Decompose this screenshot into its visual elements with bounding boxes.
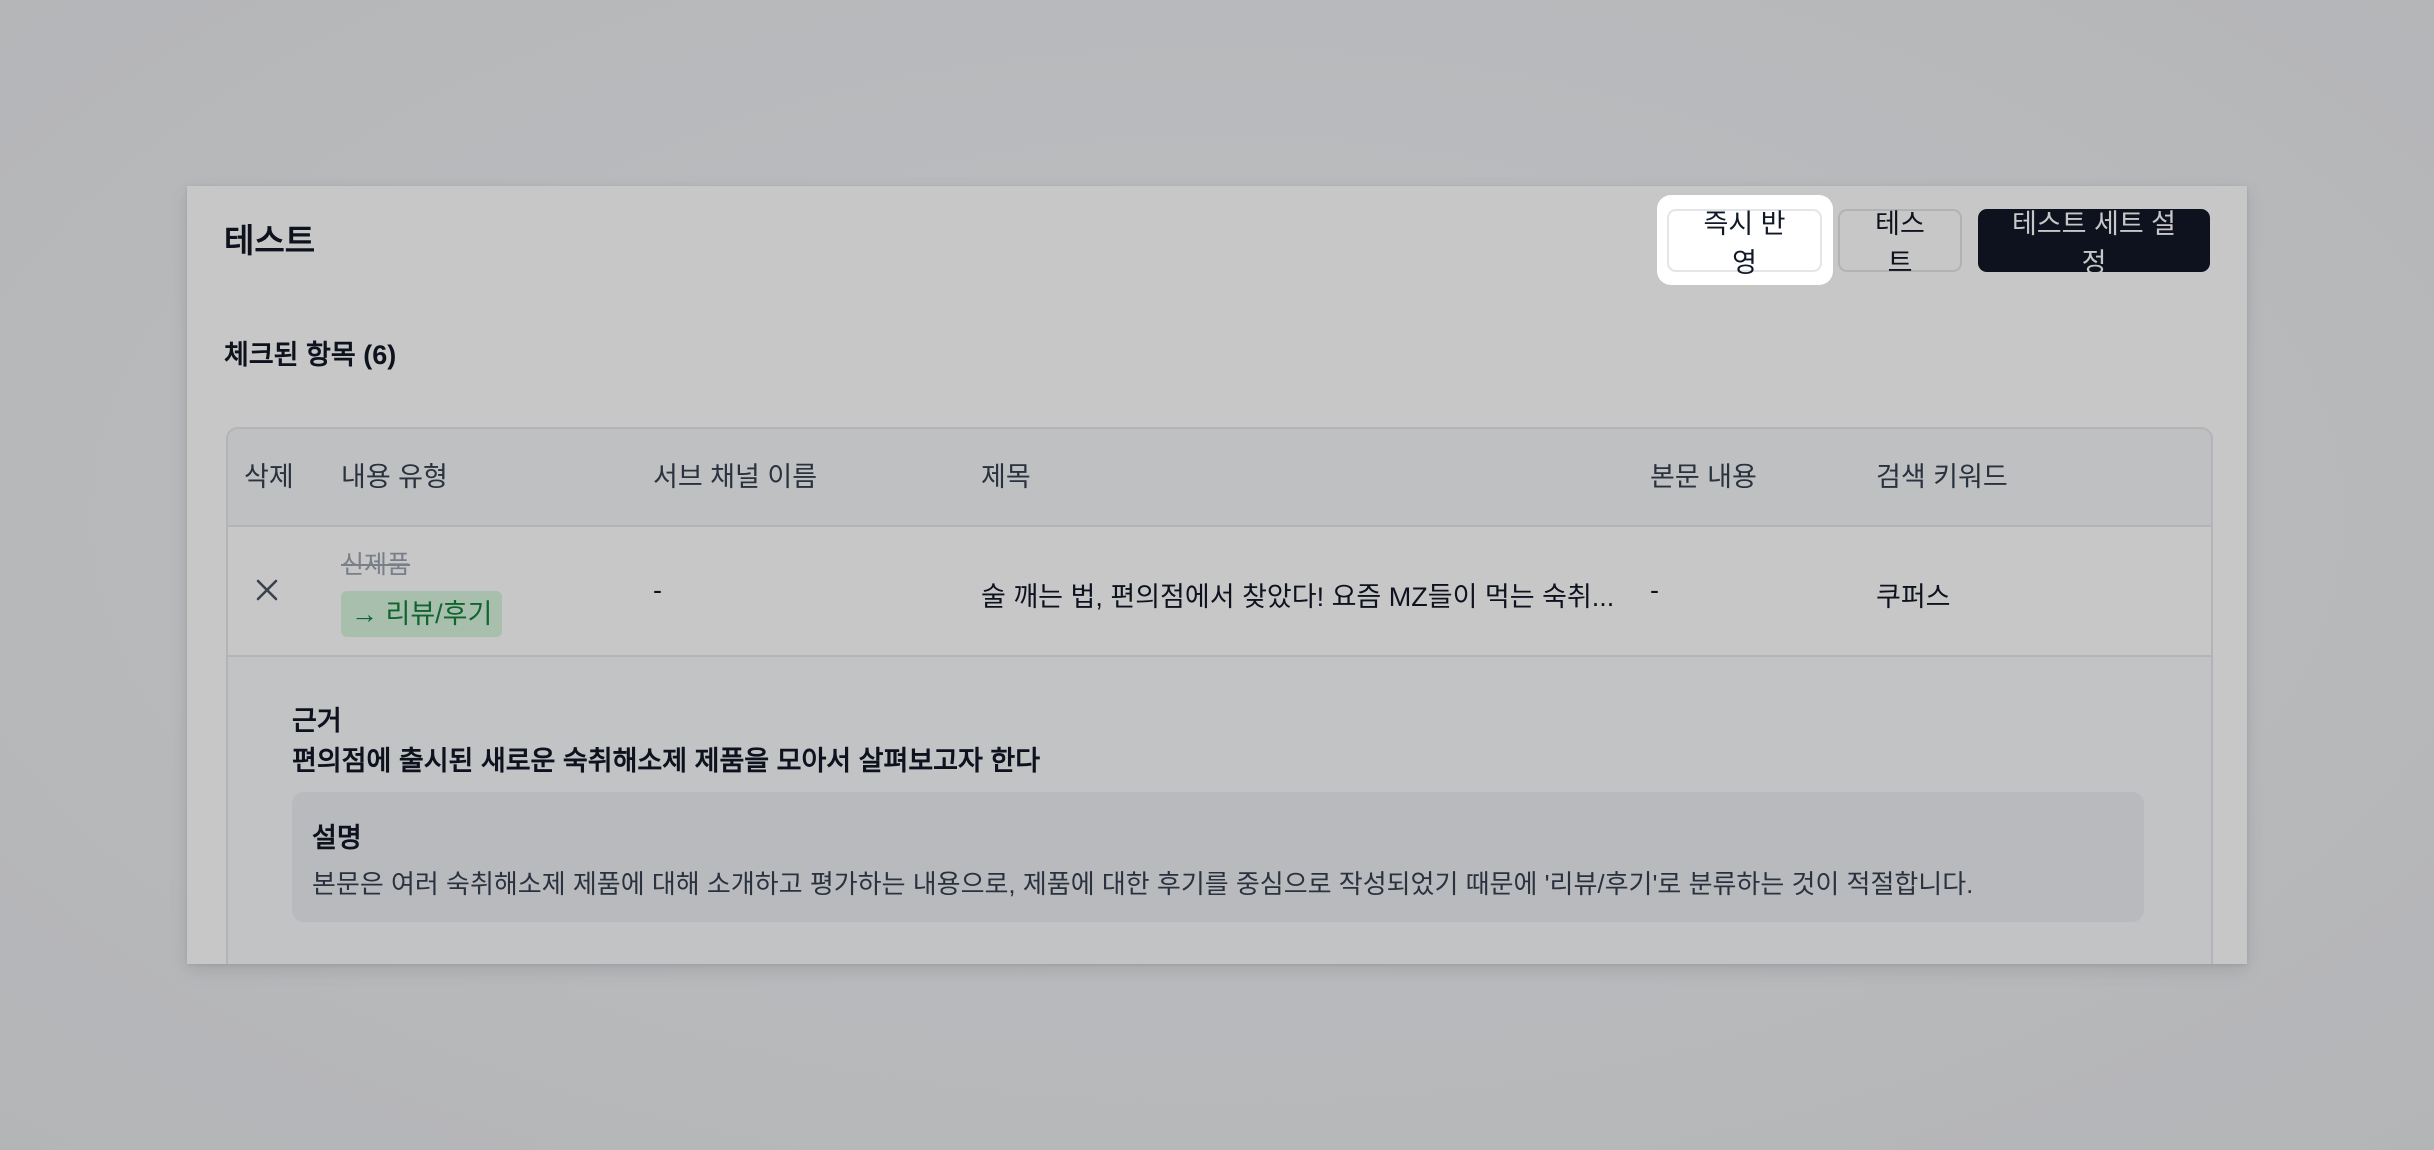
description-heading: 설명: [312, 823, 362, 853]
immediate-apply-button[interactable]: 즉시 반영: [1667, 209, 1822, 278]
column-header-title: 제목: [981, 462, 1031, 492]
sub-channel-cell: -: [653, 575, 662, 605]
column-header-body: 본문 내용: [1650, 462, 1757, 492]
checked-items-label: 체크된 항목: [224, 340, 356, 370]
title-cell: 술 깨는 법, 편의점에서 찾았다! 요즘 MZ들이 먹는 숙취...: [981, 582, 1615, 612]
description-box: 설명 본문은 여러 숙취해소제 제품에 대해 소개하고 평가하는 내용으로, 제…: [292, 792, 2144, 922]
toolbar: 즉시 반영 테스트 테스트 세트 설정: [1667, 209, 2210, 278]
test-set-settings-button[interactable]: 테스트 세트 설정: [1978, 209, 2210, 278]
close-icon[interactable]: [252, 575, 282, 605]
body-cell: -: [1650, 575, 1659, 605]
description-text: 본문은 여러 숙취해소제 제품에 대해 소개하고 평가하는 내용으로, 제품에 …: [312, 869, 1974, 899]
column-header-content-type: 내용 유형: [341, 462, 448, 492]
test-panel: 테스트 즉시 반영 테스트 테스트 세트 설정 체크된 항목 (6) 삭제 내용…: [187, 186, 2247, 964]
checked-items-count: (6): [363, 340, 397, 370]
keyword-cell: 쿠퍼스: [1876, 582, 1951, 612]
row-detail: 근거 편의점에 출시된 새로운 숙취해소제 제품을 모아서 살펴보고자 한다 설…: [228, 657, 2211, 964]
checked-items-heading: 체크된 항목 (6): [224, 333, 396, 372]
column-header-delete: 삭제: [244, 462, 294, 492]
previous-content-type: 신제품: [341, 551, 411, 579]
table-row: 신제품 → 리뷰/후기 - 술 깨는 법, 편의점에서 찾았다! 요즘 MZ들이…: [228, 527, 2211, 657]
reason-heading: 근거: [292, 706, 342, 736]
test-button[interactable]: 테스트: [1838, 209, 1962, 278]
new-content-type-badge: → 리뷰/후기: [341, 591, 503, 637]
reason-text: 편의점에 출시된 새로운 숙취해소제 제품을 모아서 살펴보고자 한다: [292, 746, 1041, 776]
column-header-sub-channel: 서브 채널 이름: [653, 462, 818, 492]
table-header: 삭제 내용 유형 서브 채널 이름 제목 본문 내용 검색 키워드: [228, 429, 2211, 527]
panel-title: 테스트: [224, 222, 316, 259]
column-header-keyword: 검색 키워드: [1876, 462, 2008, 492]
checked-items-table: 삭제 내용 유형 서브 채널 이름 제목 본문 내용 검색 키워드 신제품 → …: [226, 427, 2213, 964]
